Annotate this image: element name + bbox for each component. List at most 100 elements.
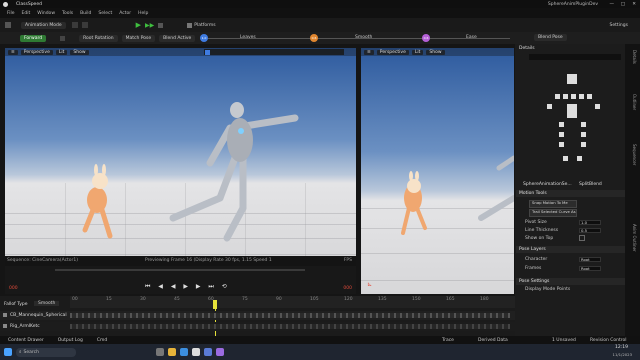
start-icon[interactable] (4, 348, 12, 356)
derived-data-button[interactable]: Derived Data (478, 338, 508, 343)
slider-marker-1[interactable]: 1.0 (200, 34, 208, 42)
track-keys[interactable] (70, 313, 510, 318)
character-row: Character Root (519, 256, 619, 262)
character-label: Character (525, 256, 548, 262)
stop-icon[interactable] (158, 22, 164, 28)
track-row[interactable]: Rig_ArmIKetc (0, 322, 515, 331)
slider-label-3: Ease (466, 35, 477, 40)
menu-file[interactable]: File (7, 11, 15, 16)
sequence-label: Sequence: CineCamera(Actor1) (7, 258, 79, 263)
pose-settings-section[interactable]: Pose Settings (516, 278, 625, 285)
step-icon[interactable]: ▶▶ (145, 22, 154, 29)
show-on-top-checkbox[interactable] (579, 235, 585, 241)
snap-motion-button[interactable]: Snap Motion To Me (529, 200, 577, 208)
key-icon[interactable] (60, 35, 66, 41)
viewport-main[interactable]: ≡ Perspective Lit Show Sequence: CineCam… (5, 48, 356, 266)
bone-selector-pad[interactable] (533, 68, 613, 168)
time-start: 000 (9, 286, 18, 291)
settings-button[interactable]: Settings (610, 23, 628, 28)
sequencer-timeline: Fallof Type Smooth 00 15 30 45 60 75 90 … (0, 296, 515, 336)
app-title: SphereAnimPluginDev (547, 1, 598, 7)
pivot-size-field[interactable]: 1.0 (579, 219, 601, 225)
taskview-icon[interactable] (156, 348, 164, 356)
output-log-button[interactable]: Output Log (58, 338, 83, 343)
taskbar-date[interactable]: 11/1/2023 (613, 352, 632, 357)
slider-marker-3[interactable]: 0.6 (422, 34, 430, 42)
menu-edit[interactable]: Edit (22, 11, 31, 16)
side-tab-details[interactable]: Details (628, 50, 637, 64)
playhead[interactable] (213, 300, 217, 309)
mannequin-figure[interactable] (5, 48, 356, 266)
side-tab-sequencer[interactable]: Sequencer (628, 144, 637, 165)
close-icon[interactable]: ✕ (632, 2, 636, 7)
slider-marker-2[interactable]: 0.6 (310, 34, 318, 42)
details-search[interactable] (529, 54, 621, 60)
timeline-ruler[interactable]: 00 15 30 45 60 75 90 105 120 135 150 165… (70, 296, 515, 308)
taskbar-time[interactable]: 12:19 (615, 345, 628, 350)
line-thickness-field[interactable]: 0.5 (579, 227, 601, 233)
track-icon (3, 324, 7, 328)
browser-icon[interactable] (180, 348, 188, 356)
menu-tools[interactable]: Tools (62, 11, 73, 16)
character-dropdown[interactable]: Root (579, 256, 601, 262)
menu-select[interactable]: Select (98, 11, 112, 16)
pose-layers-section[interactable]: Pose Layers (516, 246, 625, 253)
details-subheader-right[interactable]: SplitBlend (579, 182, 602, 187)
match-pose-button[interactable]: Match Pose (121, 34, 156, 42)
side-tab-anim-outliner[interactable]: Anim Outliner (628, 224, 637, 252)
unsaved-label[interactable]: 1 Unsaved (552, 338, 576, 343)
motion-toolbar: Forward Root Rotation Match Pose Blend A… (0, 32, 640, 44)
track-row[interactable]: CB_Mannequin_Spherical (0, 311, 515, 320)
platforms-icon (187, 22, 193, 28)
mode-dropdown[interactable]: Animation Mode (21, 21, 66, 29)
pivot-size-label: Pivot Size (525, 219, 547, 225)
ruler-tick: 150 (412, 297, 421, 302)
store-icon[interactable] (204, 348, 212, 356)
details-panel: Details SphereAnimationSe... SplitBlend … (515, 44, 625, 344)
trail-curve-button[interactable]: Trail Selected Curve As (529, 209, 577, 217)
chat-icon[interactable] (216, 348, 224, 356)
explorer-icon[interactable] (168, 348, 176, 356)
scrub-track[interactable] (55, 269, 305, 271)
platforms-button[interactable]: Platforms (194, 23, 215, 28)
taskbar-search[interactable]: ⌕ Search (16, 347, 76, 357)
menu-window[interactable]: Window (37, 11, 55, 16)
cmd-button[interactable]: Cmd (97, 338, 107, 343)
menu-help[interactable]: Help (138, 11, 148, 16)
play-icon[interactable]: ▶ (136, 21, 141, 29)
editor-status-bar: Content Drawer Output Log Cmd Trace Deri… (0, 336, 640, 344)
unreal-icon[interactable] (192, 348, 200, 356)
menu-build[interactable]: Build (80, 11, 91, 16)
side-tab-outliner[interactable]: Outliner (628, 94, 637, 110)
show-on-top-row: Show on Top (519, 235, 619, 241)
viewport-secondary[interactable]: ≡ Perspective Lit Show ⊾ (361, 48, 514, 294)
details-subheader[interactable]: SphereAnimationSe... (523, 182, 572, 187)
track-keys[interactable] (70, 324, 510, 329)
blend-pose-button[interactable]: Blend Pose (534, 34, 567, 41)
unreal-logo-icon (3, 1, 8, 7)
snap-icon[interactable] (71, 22, 78, 28)
forward-button[interactable]: Forward (20, 34, 47, 42)
blend-active-button[interactable]: Blend Active (159, 34, 196, 42)
show-on-top-label: Show on Top (525, 235, 554, 241)
trace-button[interactable]: Trace (442, 338, 454, 343)
menu-actor[interactable]: Actor (119, 11, 131, 16)
root-rotation-button[interactable]: Root Rotation (79, 34, 118, 42)
transport-controls[interactable]: ⏮ ◀ ◀ ▶ ▶ ⏭ ⟲ (145, 283, 230, 291)
revision-control-button[interactable]: Revision Control (590, 338, 627, 343)
save-icon[interactable] (5, 22, 11, 28)
window-tab-title[interactable]: ClassSpeed (16, 2, 42, 7)
content-drawer-button[interactable]: Content Drawer (8, 338, 44, 343)
motion-tools-section[interactable]: Motion Tools (516, 190, 625, 197)
cube-icon[interactable] (81, 22, 88, 28)
ruler-tick: 135 (378, 297, 387, 302)
frames-dropdown[interactable]: Root (579, 265, 601, 271)
title-bar: ClassSpeed SphereAnimPluginDev — □ ✕ (0, 0, 640, 8)
minimize-icon[interactable]: — (610, 2, 615, 7)
maximize-icon[interactable]: □ (621, 2, 625, 7)
falloff-dropdown[interactable]: Smooth (34, 301, 60, 306)
ruler-tick: 120 (344, 297, 353, 302)
ruler-tick: 75 (242, 297, 248, 302)
frames-row: Frames Root (519, 265, 619, 271)
details-header: Details (519, 46, 535, 51)
